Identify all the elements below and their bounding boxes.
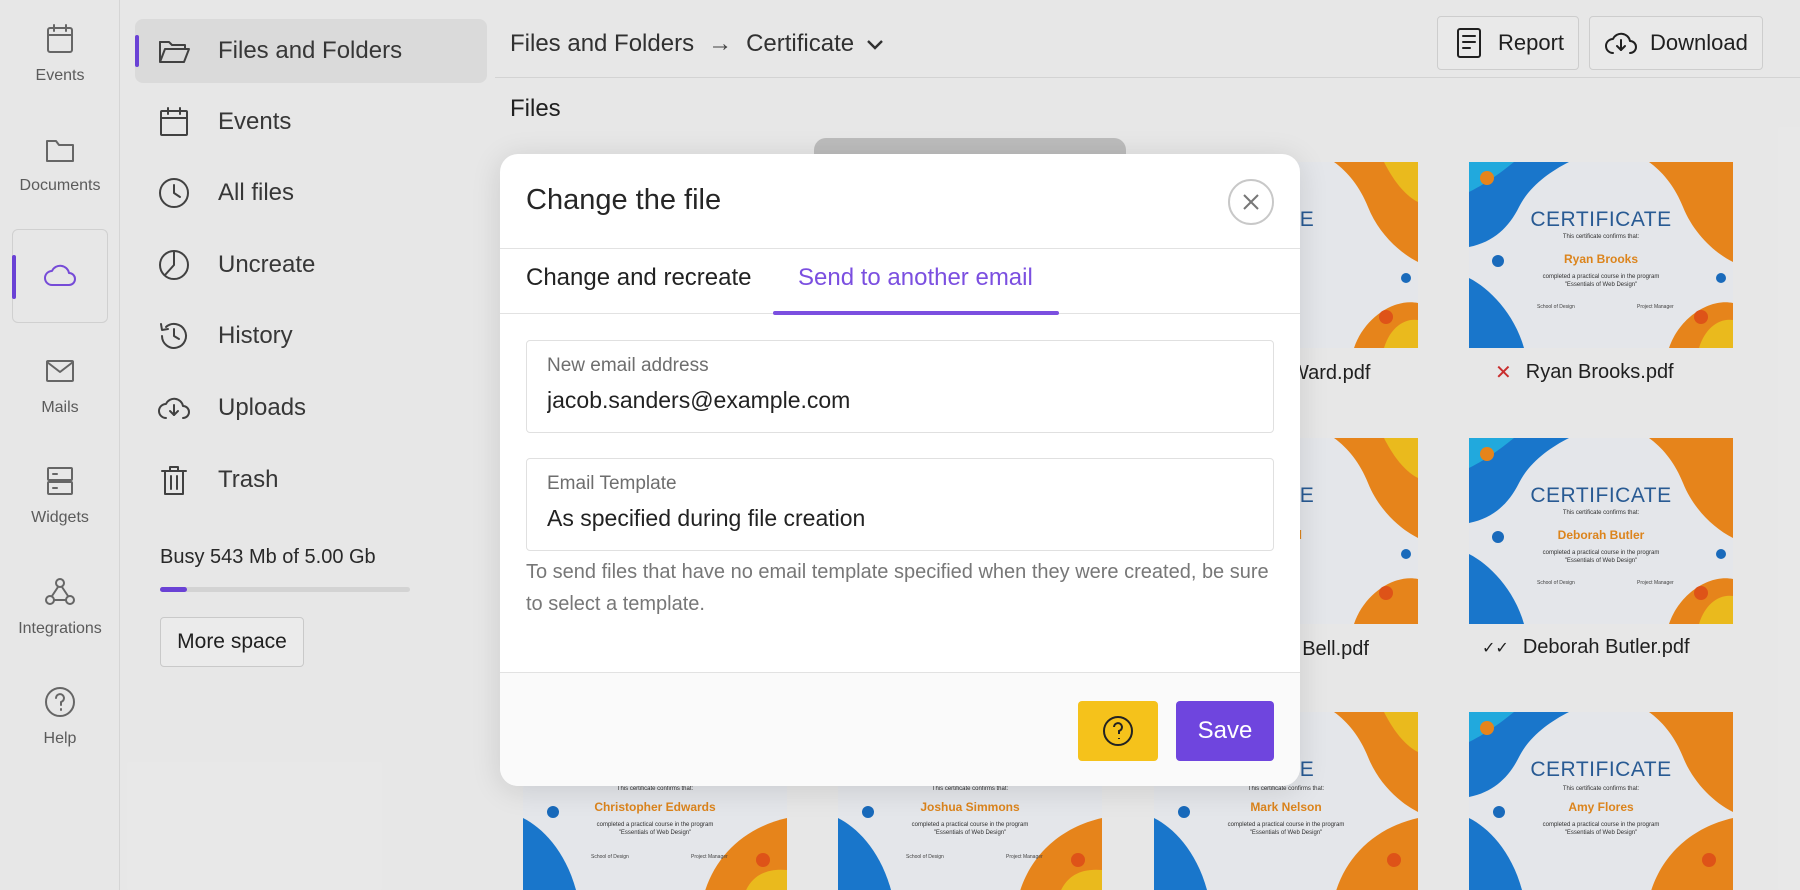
email-input[interactable] <box>547 387 1247 414</box>
email-field[interactable]: New email address <box>526 340 1274 433</box>
help-button[interactable] <box>1078 701 1158 761</box>
save-button[interactable]: Save <box>1176 701 1274 761</box>
change-file-dialog: Change the file Change and recreate Send… <box>500 154 1300 786</box>
dialog-title: Change the file <box>526 184 722 216</box>
question-icon <box>1103 716 1133 746</box>
dialog-footer: Save <box>500 672 1300 786</box>
tab-change-and-recreate[interactable]: Change and recreate <box>526 264 752 292</box>
close-button[interactable] <box>1228 179 1274 225</box>
active-tab-indicator <box>773 311 1059 315</box>
template-field-label: Email Template <box>547 473 677 494</box>
email-field-label: New email address <box>547 355 709 376</box>
template-hint: To send files that have no email templat… <box>526 561 1269 615</box>
email-template-select[interactable]: Email Template As specified during file … <box>526 458 1274 551</box>
template-value: As specified during file creation <box>547 505 866 531</box>
divider <box>500 248 1300 249</box>
close-icon <box>1243 194 1259 210</box>
tab-send-to-another-email[interactable]: Send to another email <box>798 264 1033 292</box>
